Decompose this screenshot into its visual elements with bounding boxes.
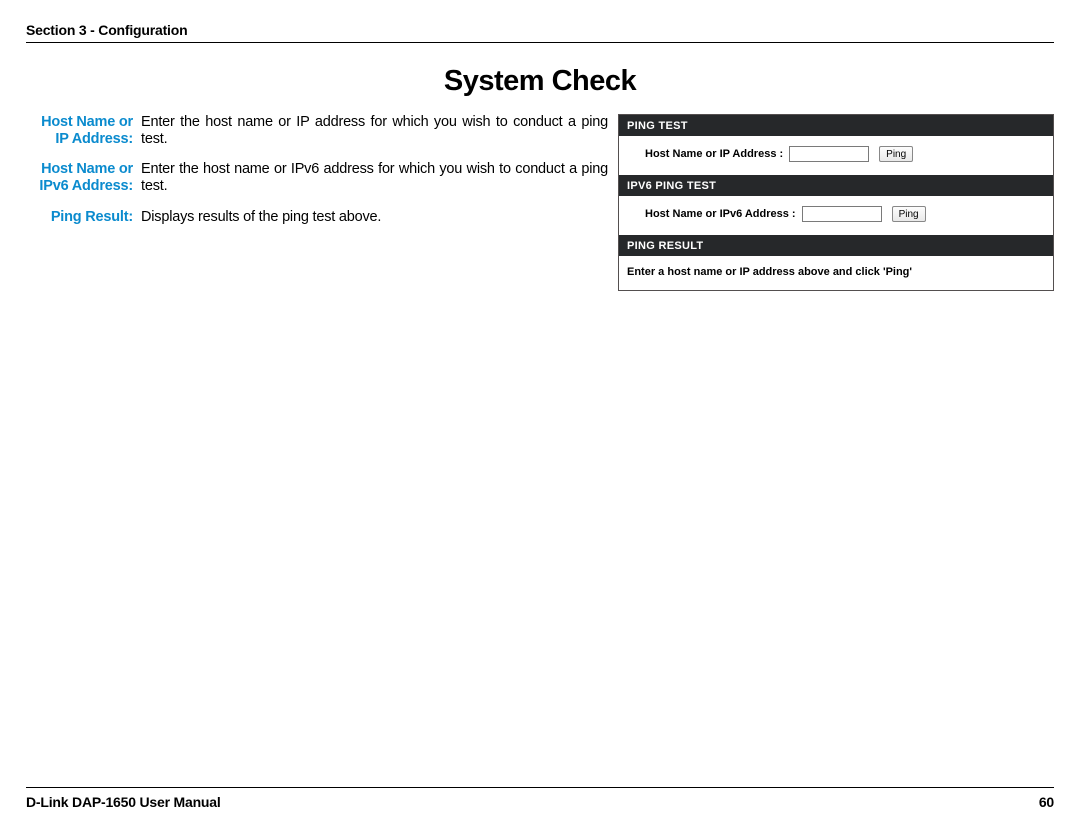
footer-manual-name: D-Link DAP-1650 User Manual [26,794,221,810]
ping-ipv4-input[interactable] [789,146,869,162]
page-title: System Check [26,65,1054,98]
definition-description: Displays results of the ping test above. [141,209,608,240]
ping-test-section: PING TEST Host Name or IP Address : Ping [619,115,1053,175]
ipv6-ping-test-section: IPV6 PING TEST Host Name or IPv6 Address… [619,175,1053,235]
definition-description: Enter the host name or IP address for wh… [141,114,608,161]
ping-test-form-row: Host Name or IP Address : Ping [645,146,1045,162]
ping-ipv6-button[interactable]: Ping [892,206,926,222]
ping-ipv6-label: Host Name or IPv6 Address : [645,208,796,220]
definition-label: Ping Result: [26,209,141,240]
definition-row: Host Name or IPv6 Address: Enter the hos… [26,161,608,208]
ping-result-message: Enter a host name or IP address above an… [619,256,1053,290]
page-header: Section 3 - Configuration [26,0,1054,43]
ping-test-header: PING TEST [619,115,1053,136]
page-footer: D-Link DAP-1650 User Manual 60 [26,787,1054,810]
ping-ipv4-button[interactable]: Ping [879,146,913,162]
definition-label: Host Name or IP Address: [26,114,141,161]
definition-label: Host Name or IPv6 Address: [26,161,141,208]
footer-page-number: 60 [1039,794,1054,810]
ping-result-header: PING RESULT [619,235,1053,256]
ipv6-ping-test-form-row: Host Name or IPv6 Address : Ping [645,206,1045,222]
definitions-table: Host Name or IP Address: Enter the host … [26,114,608,239]
ping-result-section: PING RESULT Enter a host name or IP addr… [619,235,1053,290]
definition-description: Enter the host name or IPv6 address for … [141,161,608,208]
definitions-column: Host Name or IP Address: Enter the host … [26,114,608,291]
definition-row: Host Name or IP Address: Enter the host … [26,114,608,161]
ping-ipv4-label: Host Name or IP Address : [645,148,783,160]
section-header: Section 3 - Configuration [26,22,1054,38]
ping-panel: PING TEST Host Name or IP Address : Ping… [618,114,1054,291]
ping-ipv6-input[interactable] [802,206,882,222]
ipv6-ping-test-header: IPV6 PING TEST [619,175,1053,196]
ping-test-body: Host Name or IP Address : Ping [619,136,1053,175]
definition-row: Ping Result: Displays results of the pin… [26,209,608,240]
content-area: Host Name or IP Address: Enter the host … [26,114,1054,291]
ipv6-ping-test-body: Host Name or IPv6 Address : Ping [619,196,1053,235]
